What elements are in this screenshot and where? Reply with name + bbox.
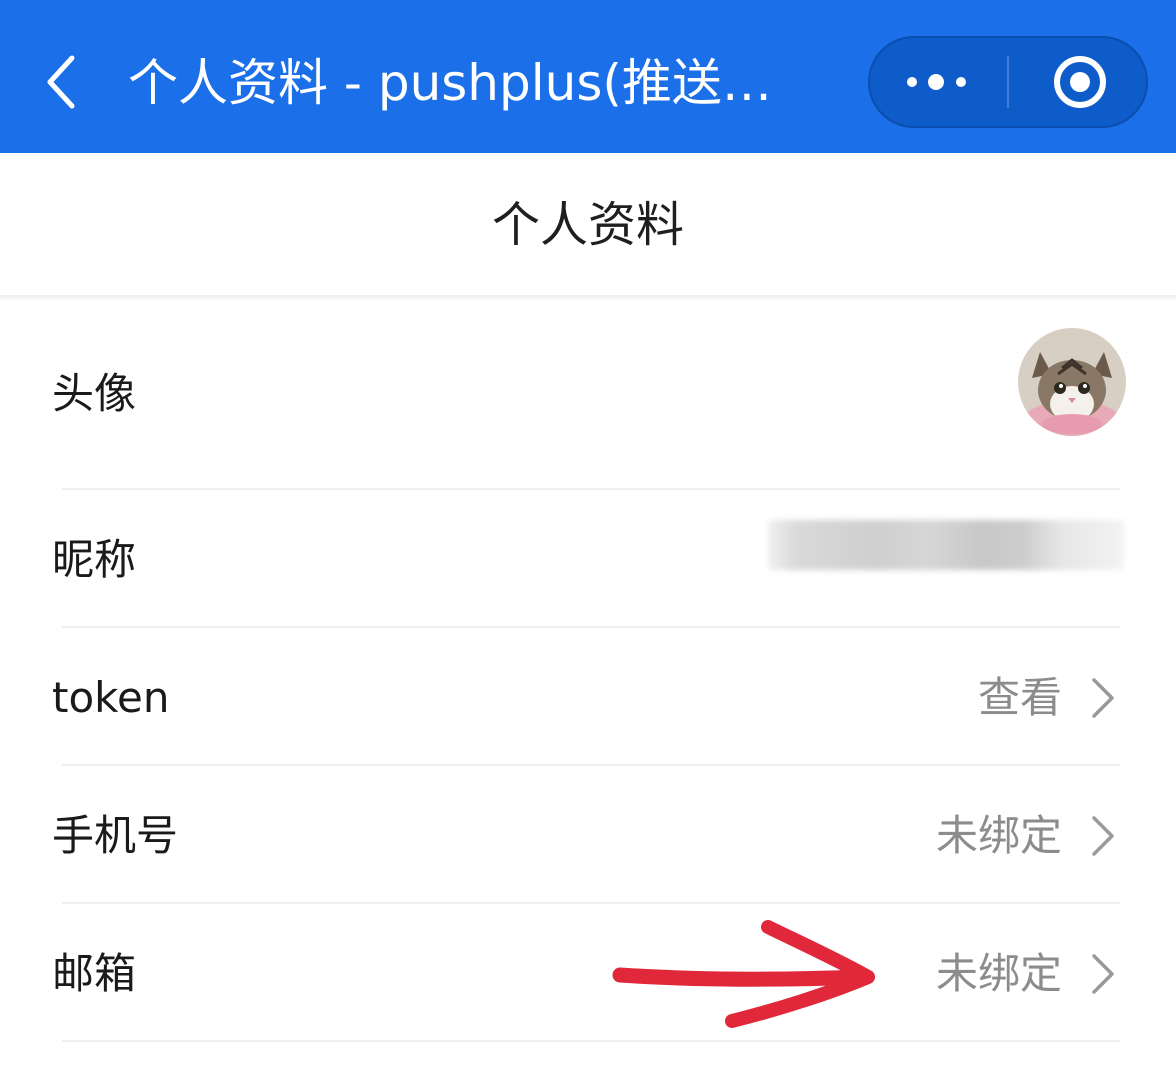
back-button[interactable] [40,52,86,112]
row-label-email: 邮箱 [52,949,137,998]
token-view-value: 查看 [977,673,1062,722]
red-hand-drawn-arrow-icon [612,920,875,1028]
profile-row-phone[interactable]: 手机号 未绑定 [0,766,1176,904]
page-header: 个人资料 [0,153,1176,295]
chevron-right-icon [1088,676,1118,720]
row-label-phone: 手机号 [52,811,179,860]
page-title: 个人资料 [491,197,684,253]
more-dots-icon [907,74,966,90]
target-circle-icon [1054,56,1106,108]
email-status-value: 未绑定 [935,949,1062,998]
profile-page: 个人资料 - pushplus(推送… 个人资料 头像 昵称 token 查看 … [0,0,1176,1082]
row-label-token: token [52,673,170,722]
mini-program-capsule [868,36,1148,128]
nickname-value-redacted [768,520,1124,570]
chevron-right-icon [1088,814,1118,858]
phone-status-value: 未绑定 [935,811,1062,860]
profile-row-email[interactable]: 邮箱 未绑定 [0,904,1176,1042]
window-title: 个人资料 - pushplus(推送… [128,54,772,112]
row-label-avatar: 头像 [52,369,137,418]
profile-row-token[interactable]: token 查看 [0,628,1176,766]
cat-avatar-image [1018,328,1126,436]
chevron-left-icon [47,55,75,109]
profile-row-nickname[interactable]: 昵称 [0,490,1176,628]
more-button[interactable] [868,36,1008,128]
close-mini-program-button[interactable] [1009,36,1148,128]
avatar[interactable] [1018,328,1126,436]
row-divider [62,1040,1120,1042]
chevron-right-icon [1088,952,1118,996]
top-navbar: 个人资料 - pushplus(推送… [0,0,1176,153]
profile-row-avatar[interactable]: 头像 [0,300,1176,490]
row-label-nickname: 昵称 [52,535,137,584]
